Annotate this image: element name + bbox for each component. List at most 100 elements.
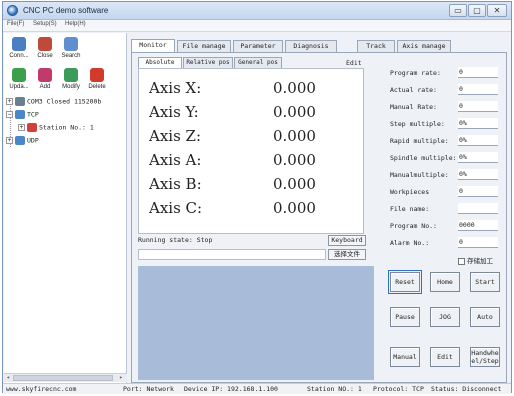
jog-button[interactable]: JOG: [430, 307, 460, 327]
axis-a-label: Axis A:: [149, 151, 202, 169]
status-bar: www.skyfirecnc.com Port: Network Device …: [3, 383, 511, 394]
connect-button[interactable]: Conn...: [7, 36, 31, 66]
save-machining-label: 存储加工: [467, 257, 493, 265]
add-icon: [38, 68, 52, 82]
close-connection-button[interactable]: Close: [33, 36, 57, 66]
toolpath-preview-area[interactable]: [138, 266, 374, 380]
network-icon: [15, 136, 25, 145]
scroll-right-icon[interactable]: ▸: [117, 375, 125, 382]
axis-y-value: 0.000: [273, 103, 316, 121]
axis-z-row: Axis Z: 0.000: [149, 127, 349, 149]
delete-label: Delete: [88, 84, 106, 90]
menu-bar: File(F) Setup(S) Help(H): [3, 20, 511, 32]
tab-absolute-pos[interactable]: Absolute pos: [138, 57, 182, 75]
add-button[interactable]: Add: [33, 67, 57, 97]
tree-horizontal-scrollbar[interactable]: ◂ ▸: [4, 373, 127, 382]
axis-c-label: Axis C:: [149, 199, 203, 217]
tab-parameter[interactable]: Parameter: [233, 40, 283, 52]
file-name-label: File name:: [390, 205, 430, 213]
connect-icon: [12, 37, 26, 51]
home-button[interactable]: Home: [430, 272, 460, 292]
handwheel-line2: el/Step: [471, 357, 499, 365]
close-connection-icon: [38, 37, 52, 51]
collapse-icon[interactable]: −: [6, 111, 13, 118]
tab-diagnosis[interactable]: Diagnosis: [285, 40, 337, 52]
step-multiple-value: 0%: [458, 118, 498, 129]
alarm-no-value: 0: [458, 237, 498, 248]
menu-setup[interactable]: Setup(S): [33, 21, 57, 27]
expand-icon[interactable]: +: [6, 137, 13, 144]
tab-axis-manage[interactable]: Axis manage: [397, 40, 451, 52]
status-device-ip: Device IP: 192.168.1.100: [184, 385, 278, 393]
tree-item-station[interactable]: + Station No.: 1: [18, 123, 94, 132]
delete-icon: [90, 68, 104, 82]
rapid-multiple-value: 0%: [458, 135, 498, 146]
actual-rate-value: 0: [458, 84, 498, 95]
file-path-field[interactable]: [138, 249, 326, 260]
program-rate-value: 0: [458, 67, 498, 78]
select-file-button[interactable]: 选择文件: [328, 249, 366, 260]
workpieces-label: Workpieces: [390, 188, 430, 196]
tree-item-udp[interactable]: + UDP: [6, 136, 39, 145]
tree-com-label: COM3 Closed 115200b: [27, 97, 102, 106]
network-icon: [15, 110, 25, 119]
delete-button[interactable]: Delete: [85, 67, 109, 97]
manual-button[interactable]: Manual: [390, 347, 420, 367]
serial-port-icon: [15, 97, 25, 106]
search-button[interactable]: Search: [59, 36, 83, 66]
axis-b-row: Axis B: 0.000: [149, 175, 349, 197]
tree-udp-label: UDP: [27, 136, 39, 145]
update-button[interactable]: Upda...: [7, 67, 31, 97]
scroll-left-icon[interactable]: ◂: [4, 375, 12, 382]
update-icon: [12, 68, 26, 82]
axis-c-value: 0.000: [273, 199, 316, 217]
search-label: Search: [61, 53, 81, 59]
modify-icon: [64, 68, 78, 82]
actual-rate-label: Actual rate:: [390, 86, 437, 94]
tab-relative-pos[interactable]: Relative pos: [183, 57, 233, 68]
save-machining-checkbox[interactable]: 存储加工: [458, 255, 493, 265]
tab-general-pos[interactable]: General pos: [234, 57, 282, 68]
tab-monitor[interactable]: Monitor: [131, 39, 175, 52]
tree-item-com[interactable]: + COM3 Closed 115200b: [6, 97, 101, 106]
axis-b-label: Axis B:: [149, 175, 202, 193]
file-name-value: [458, 203, 498, 214]
status-station: Station NO.: 1: [307, 385, 362, 393]
axis-x-label: Axis X:: [149, 79, 202, 97]
tree-station-label: Station No.: 1: [39, 123, 94, 132]
start-button[interactable]: Start: [470, 272, 500, 292]
minimize-button[interactable]: ▭: [449, 4, 467, 17]
program-no-value: 0000: [458, 220, 498, 231]
close-window-button[interactable]: ✕: [487, 4, 507, 17]
maximize-button[interactable]: ▢: [468, 4, 486, 17]
reset-button[interactable]: Reset: [388, 270, 422, 294]
scrollbar-thumb[interactable]: [13, 375, 113, 381]
window-title: CNC PC demo software: [23, 6, 109, 15]
tree-item-tcp[interactable]: − TCP: [6, 110, 39, 119]
checkbox-box[interactable]: [458, 257, 465, 265]
expand-icon[interactable]: +: [18, 124, 25, 131]
auto-button[interactable]: Auto: [470, 307, 500, 327]
modify-button[interactable]: Modify: [59, 67, 83, 97]
status-website: www.skyfirecnc.com: [6, 385, 77, 393]
title-bar: CNC PC demo software ▭ ▢ ✕: [3, 2, 511, 20]
program-rate-label: Program rate:: [390, 69, 441, 77]
menu-file[interactable]: File(F): [7, 21, 24, 27]
coordinate-display: Axis X: 0.000 Axis Y: 0.000 Axis Z: 0.00…: [138, 68, 364, 234]
manual-multiple-label: Manualmultiple:: [390, 171, 449, 179]
tree-tcp-label: TCP: [27, 110, 39, 119]
edit-button[interactable]: Edit: [430, 347, 460, 367]
pause-button[interactable]: Pause: [390, 307, 420, 327]
menu-help[interactable]: Help(H): [65, 21, 86, 27]
edit-link[interactable]: Edit: [346, 59, 362, 67]
tab-file-manage[interactable]: File manage: [177, 40, 231, 52]
expand-icon[interactable]: +: [6, 98, 13, 105]
axis-z-label: Axis Z:: [149, 127, 202, 145]
workpieces-value: 0: [458, 186, 498, 197]
handwheel-line1: Handwhe: [471, 349, 499, 357]
tab-track[interactable]: Track: [357, 40, 395, 52]
handwheel-step-button[interactable]: Handwhe el/Step: [470, 347, 500, 367]
monitor-panel: Absolute pos Relative pos General pos Ed…: [131, 52, 507, 383]
keyboard-button[interactable]: Keyboard: [328, 235, 366, 246]
manual-multiple-value: 0%: [458, 169, 498, 180]
